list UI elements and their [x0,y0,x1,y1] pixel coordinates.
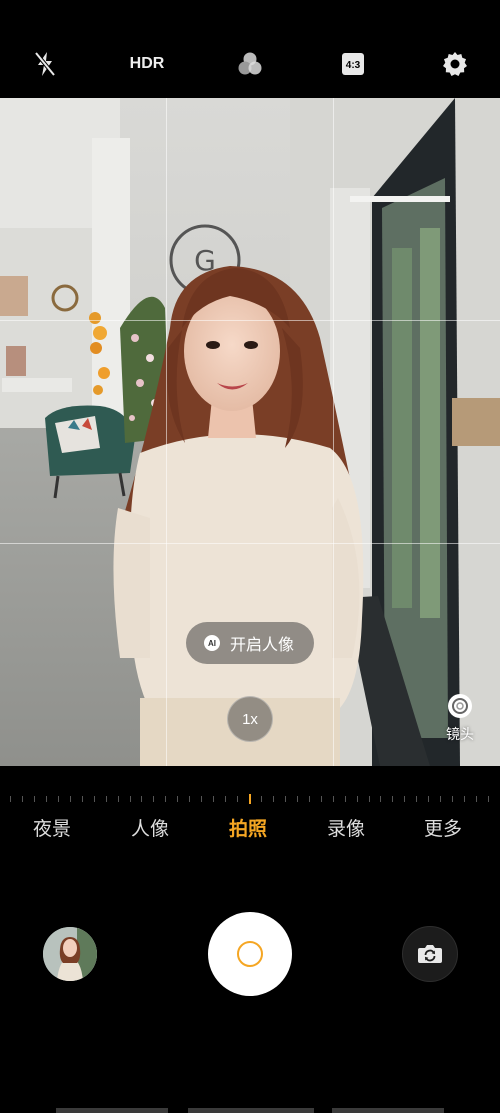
grid-line-vertical-1 [166,98,167,766]
mode-tick [297,796,298,802]
lens-button[interactable]: 镜头 [436,694,484,750]
grid-line-horizontal-2 [0,543,500,544]
gallery-thumbnail[interactable] [43,927,97,981]
mode-tick [357,796,358,802]
mode-night[interactable]: 夜景 [33,814,71,841]
mode-tick [488,796,489,802]
mode-tick [440,796,441,802]
mode-tick [476,796,477,802]
mode-tick [94,796,95,802]
camera-switch-button[interactable] [402,926,458,982]
mode-tick [189,796,190,802]
nav-segment [332,1108,444,1113]
mode-tick [165,796,166,802]
mode-photo[interactable]: 拍照 [229,814,267,841]
mode-tick [70,796,71,802]
mode-tick [34,796,35,802]
mode-tick [345,796,346,802]
mode-tick [404,796,405,802]
mode-tick [141,796,142,802]
mode-tick [416,796,417,802]
enable-portrait-button[interactable]: AI 开启人像 [186,622,314,664]
mode-tick [452,796,453,802]
lens-icon [448,694,472,718]
mode-tick [58,796,59,802]
ai-icon: AI [204,635,220,651]
mode-tick [321,796,322,802]
mode-tick [464,796,465,802]
mode-tick [82,796,83,802]
viewfinder-scene: G [0,98,500,766]
mode-tick [380,796,381,802]
gallery-thumbnail-image [43,927,97,981]
mode-tick [201,796,202,802]
mode-tick [369,796,370,802]
grid-line-horizontal-1 [0,320,500,321]
mode-tick [153,796,154,802]
camera-top-bar: HDR 4:3 [0,0,500,98]
mode-tick [106,796,107,802]
aspect-ratio-label: 4:3 [346,60,361,71]
mode-tick [333,796,334,802]
aspect-ratio-button[interactable]: 4:3 [340,48,366,80]
camera-viewfinder[interactable]: G AI 开启人像 1x 镜头 [0,98,500,766]
shutter-icon [237,941,263,967]
mode-tick [428,796,429,802]
navigation-indicator [56,1108,446,1113]
hdr-button[interactable]: HDR [122,48,172,80]
shutter-button[interactable] [208,912,292,996]
mode-tick [130,796,131,802]
mode-tick [22,796,23,802]
mode-tick [177,796,178,802]
mode-tick [225,796,226,802]
mode-video[interactable]: 录像 [327,814,365,841]
mode-tick [213,796,214,802]
mode-tick [309,796,310,802]
zoom-button[interactable]: 1x [227,696,273,742]
mode-tick [237,796,238,802]
mode-tick [285,796,286,802]
mode-tick [273,796,274,802]
mode-tick [118,796,119,802]
gear-icon[interactable] [440,48,470,80]
mode-tick [261,796,262,802]
nav-segment [56,1108,168,1113]
mode-tick [392,796,393,802]
mode-tick-active [249,794,251,804]
mode-scale [10,792,490,806]
flash-off-icon[interactable] [30,48,60,80]
enable-portrait-label: 开启人像 [230,635,295,654]
mode-tick [46,796,47,802]
camera-switch-icon [418,945,442,963]
mode-portrait[interactable]: 人像 [131,814,169,841]
lens-label: 镜头 [446,727,474,743]
filter-circles-icon[interactable] [235,48,265,80]
grid-line-vertical-2 [333,98,334,766]
nav-segment [188,1108,314,1113]
mode-tick [10,796,11,802]
mode-selector: 夜景 人像 拍照 录像 更多 [0,814,500,844]
mode-more[interactable]: 更多 [424,814,462,841]
